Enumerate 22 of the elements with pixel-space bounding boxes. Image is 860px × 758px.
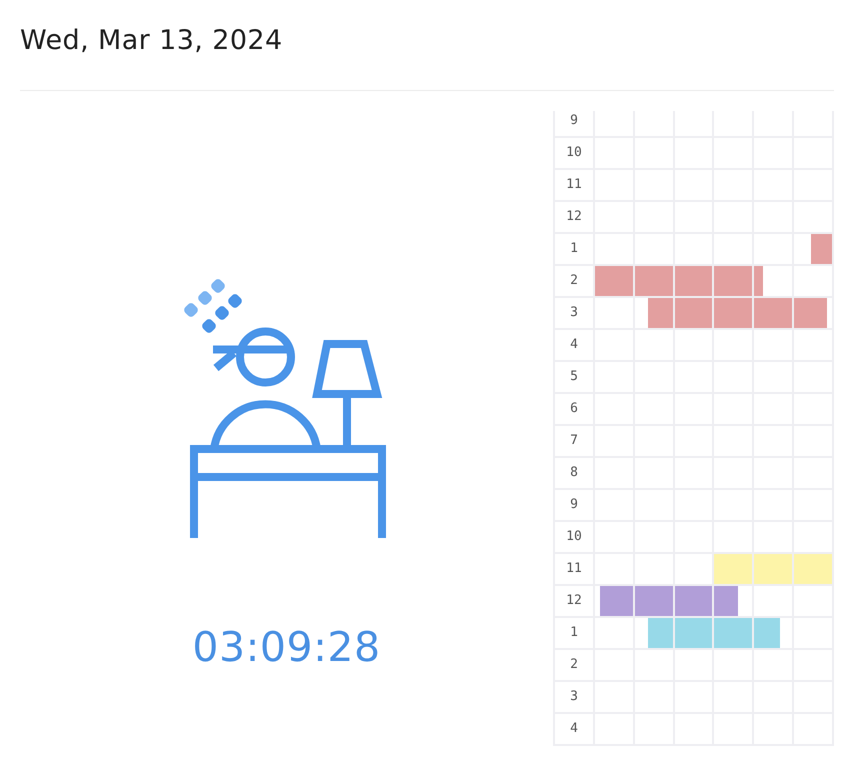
hour-label: 2 bbox=[570, 657, 578, 673]
hour-label: 10 bbox=[566, 145, 582, 161]
hour-label: 8 bbox=[570, 465, 578, 481]
hour-label: 4 bbox=[570, 721, 578, 737]
hour-label: 11 bbox=[566, 177, 582, 193]
hour-label: 1 bbox=[570, 241, 578, 257]
hour-label: 4 bbox=[570, 337, 578, 353]
hour-label: 1 bbox=[570, 625, 578, 641]
hour-label: 11 bbox=[566, 561, 582, 577]
hour-label: 10 bbox=[566, 529, 582, 545]
hour-label: 9 bbox=[570, 497, 578, 513]
hour-label: 7 bbox=[570, 433, 578, 449]
hour-label: 12 bbox=[566, 209, 582, 225]
elapsed-time: 03:09:28 bbox=[192, 623, 381, 671]
hour-label: 2 bbox=[570, 273, 578, 289]
date-heading: Wed, Mar 13, 2024 bbox=[20, 25, 283, 57]
hour-label: 3 bbox=[570, 305, 578, 321]
hour-label: 12 bbox=[566, 593, 582, 609]
hour-label: 6 bbox=[570, 401, 578, 417]
hour-label: 5 bbox=[570, 369, 578, 385]
hour-label: 3 bbox=[570, 689, 578, 705]
hour-label: 9 bbox=[570, 113, 578, 129]
